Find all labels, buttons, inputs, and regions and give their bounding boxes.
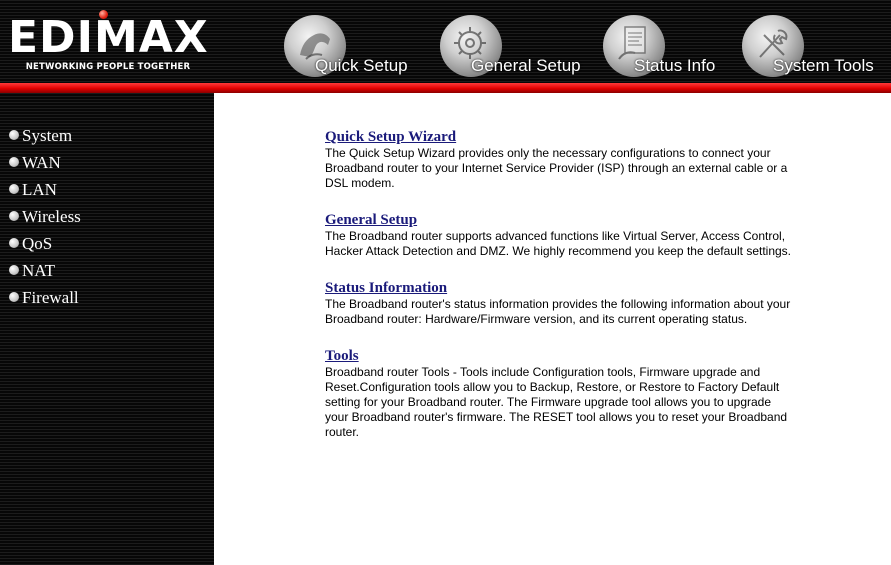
sidebar-divider xyxy=(214,93,218,565)
section-description: The Broadband router's status informatio… xyxy=(325,297,791,326)
section-status-information: Status Information The Broadband router'… xyxy=(325,279,795,327)
sidebar-item-label: Firewall xyxy=(22,288,79,307)
section-description: The Quick Setup Wizard provides only the… xyxy=(325,146,788,190)
sidebar-menu: System WAN LAN Wireless QoS NAT Firewall xyxy=(9,122,81,311)
section-quick-setup-wizard: Quick Setup Wizard The Quick Setup Wizar… xyxy=(325,128,795,191)
nav-label: System Tools xyxy=(773,56,874,75)
edimax-logo: EDIMAX NETWORKING PEOPLE TOGETHER xyxy=(8,10,208,74)
logo-text: EDIMAX xyxy=(8,12,209,63)
nav-system-tools[interactable]: System Tools xyxy=(742,15,891,79)
nav-general-setup[interactable]: General Setup xyxy=(440,15,600,79)
sidebar-item-lan[interactable]: LAN xyxy=(9,176,81,203)
section-description: The Broadband router supports advanced f… xyxy=(325,229,792,258)
main-content: Quick Setup Wizard The Quick Setup Wizar… xyxy=(325,128,795,460)
sidebar-item-label: QoS xyxy=(22,234,53,253)
section-title-link[interactable]: General Setup xyxy=(325,211,417,229)
nav-label: Quick Setup xyxy=(315,56,408,75)
section-title-link[interactable]: Tools xyxy=(325,347,359,365)
sidebar-item-nat[interactable]: NAT xyxy=(9,257,81,284)
section-description: Broadband router Tools - Tools include C… xyxy=(325,365,788,439)
header-bar: EDIMAX NETWORKING PEOPLE TOGETHER Quick … xyxy=(0,0,891,83)
sidebar-item-label: WAN xyxy=(22,153,61,172)
section-tools: Tools Broadband router Tools - Tools inc… xyxy=(325,347,795,440)
sidebar-item-label: System xyxy=(22,126,73,145)
sidebar-item-label: LAN xyxy=(22,180,57,199)
sidebar-item-label: NAT xyxy=(22,261,56,280)
section-title-link[interactable]: Status Information xyxy=(325,279,447,297)
sidebar-item-wireless[interactable]: Wireless xyxy=(9,203,81,230)
section-title-link[interactable]: Quick Setup Wizard xyxy=(325,128,456,146)
bullet-icon xyxy=(9,157,19,167)
nav-label: General Setup xyxy=(471,56,581,75)
bullet-icon xyxy=(9,184,19,194)
header-red-divider xyxy=(0,83,891,93)
sidebar-item-label: Wireless xyxy=(22,207,81,226)
sidebar-item-qos[interactable]: QoS xyxy=(9,230,81,257)
bullet-icon xyxy=(9,130,19,140)
sidebar-item-wan[interactable]: WAN xyxy=(9,149,81,176)
sidebar-item-firewall[interactable]: Firewall xyxy=(9,284,81,311)
bullet-icon xyxy=(9,265,19,275)
sidebar: System WAN LAN Wireless QoS NAT Firewall xyxy=(0,93,218,565)
sidebar-item-system[interactable]: System xyxy=(9,122,81,149)
nav-status-info[interactable]: Status Info xyxy=(603,15,743,79)
bullet-icon xyxy=(9,238,19,248)
bullet-icon xyxy=(9,211,19,221)
nav-quick-setup[interactable]: Quick Setup xyxy=(284,15,434,79)
section-general-setup: General Setup The Broadband router suppo… xyxy=(325,211,795,259)
bullet-icon xyxy=(9,292,19,302)
logo-tagline: NETWORKING PEOPLE TOGETHER xyxy=(25,62,191,72)
nav-label: Status Info xyxy=(634,56,716,75)
